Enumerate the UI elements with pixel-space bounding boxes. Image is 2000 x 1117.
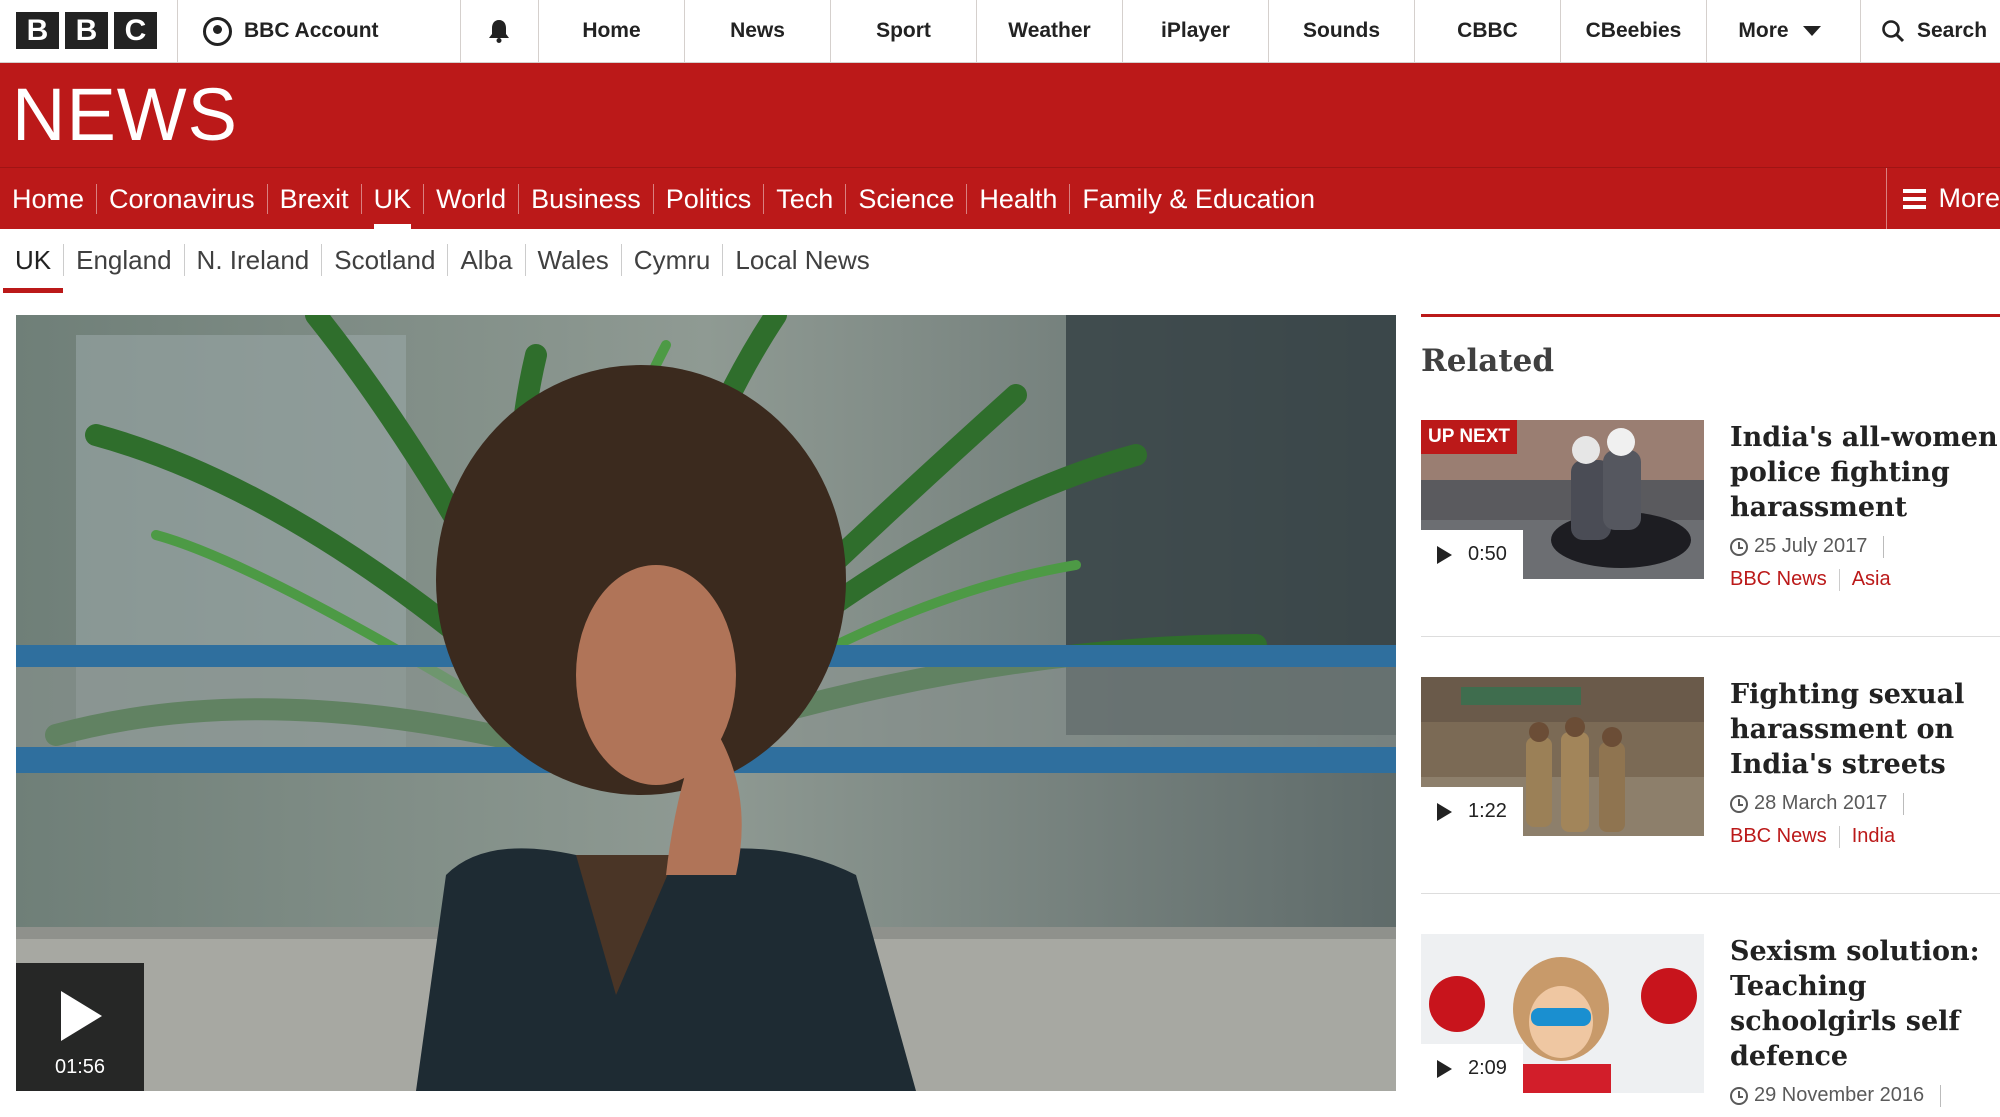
sub-nav-cymru[interactable]: Cymru: [622, 244, 724, 276]
related-tag-link[interactable]: Asia: [1852, 568, 1891, 591]
sub-nav-wales[interactable]: Wales: [526, 244, 622, 276]
related-date: 25 July 2017: [1754, 535, 1868, 557]
related-thumbnail[interactable]: 2:09: [1421, 934, 1704, 1093]
top-nav-more-label: More: [1738, 19, 1789, 42]
video-still-image: [16, 315, 1396, 1091]
clock-icon: [1730, 537, 1748, 556]
related-headline-link[interactable]: Fighting sexual harassment on India's st…: [1730, 677, 2000, 782]
related-play-button[interactable]: 1:22: [1421, 787, 1523, 836]
section-nav-world[interactable]: World: [424, 183, 520, 214]
section-nav-home[interactable]: Home: [0, 183, 98, 214]
top-nav-sounds[interactable]: Sounds: [1268, 0, 1414, 62]
related-date-row: 28 March 2017: [1730, 792, 2000, 815]
bbc-account-label: BBC Account: [244, 19, 379, 42]
section-nav-family-education[interactable]: Family & Education: [1070, 184, 1327, 214]
meta-divider: [1883, 535, 1885, 558]
related-divider: [1421, 893, 2000, 894]
related-headline-link[interactable]: Sexism solution: Teaching schoolgirls se…: [1730, 934, 2000, 1074]
sub-nav-n-ireland[interactable]: N. Ireland: [185, 244, 323, 276]
chevron-down-icon: [1802, 26, 1821, 36]
related-play-button[interactable]: 0:50: [1421, 530, 1523, 579]
related-tags-row: BBC News India: [1730, 825, 2000, 848]
account-icon: [203, 16, 232, 46]
main-video-player[interactable]: 01:56: [16, 315, 1396, 1091]
play-icon: [1437, 1059, 1452, 1078]
related-date-row: 29 November 2016: [1730, 1084, 2000, 1107]
section-nav-science[interactable]: Science: [846, 183, 968, 214]
section-nav-tech[interactable]: Tech: [764, 183, 847, 214]
top-nav-news[interactable]: News: [684, 0, 830, 62]
play-icon: [61, 991, 102, 1041]
top-nav-more-button[interactable]: More: [1706, 0, 1852, 62]
section-nav-brexit[interactable]: Brexit: [268, 183, 362, 214]
section-nav-politics[interactable]: Politics: [654, 183, 765, 214]
sub-nav-uk[interactable]: UK: [3, 244, 65, 293]
sub-nav-local-news[interactable]: Local News: [723, 244, 881, 276]
related-thumbnail[interactable]: UP NEXT 0:50: [1421, 420, 1704, 579]
clock-icon: [1730, 1086, 1748, 1105]
related-tags-row: BBC News Asia: [1730, 568, 2000, 591]
section-nav-uk[interactable]: UK: [362, 183, 425, 230]
play-icon: [1437, 545, 1452, 564]
related-top-rule: [1421, 314, 2000, 317]
video-play-button[interactable]: 01:56: [16, 963, 144, 1091]
related-divider: [1421, 636, 2000, 637]
section-nav-business[interactable]: Business: [519, 183, 654, 214]
related-duration: 0:50: [1468, 543, 1507, 565]
news-section-nav: Home Coronavirus Brexit UK World Busines…: [0, 167, 2000, 230]
related-date-row: 25 July 2017: [1730, 535, 2000, 558]
clock-icon: [1730, 794, 1748, 813]
bbc-account-link[interactable]: BBC Account: [203, 0, 379, 62]
top-nav-iplayer[interactable]: iPlayer: [1122, 0, 1268, 62]
related-date: 28 March 2017: [1754, 792, 1888, 814]
bell-icon: [489, 20, 509, 43]
search-icon: [1882, 20, 1905, 43]
up-next-badge: UP NEXT: [1421, 420, 1518, 454]
news-brand-band: NEWS: [0, 63, 2000, 167]
related-duration: 1:22: [1468, 800, 1507, 822]
related-heading: Related: [1421, 343, 1555, 379]
play-icon: [1437, 802, 1452, 821]
bbc-logo-letter: B: [16, 12, 59, 49]
related-date: 29 November 2016: [1754, 1084, 1925, 1106]
tag-divider: [1838, 568, 1840, 591]
sub-nav-scotland[interactable]: Scotland: [322, 244, 449, 276]
video-duration: 01:56: [54, 1056, 106, 1078]
top-nav-weather[interactable]: Weather: [976, 0, 1122, 62]
bbc-logo[interactable]: B B C: [16, 12, 157, 49]
bbc-top-nav: Home News Sport Weather iPlayer Sounds C…: [538, 0, 1852, 62]
bbc-news-wordmark[interactable]: NEWS: [12, 73, 238, 157]
tag-divider: [1838, 825, 1840, 848]
related-source-link[interactable]: BBC News: [1730, 568, 1827, 591]
section-nav-more-button[interactable]: More: [1886, 168, 2000, 229]
related-panel: Related UP NEXT 0:50 India's all-women p: [1421, 314, 2000, 1107]
top-nav-home[interactable]: Home: [538, 0, 684, 62]
related-tag-link[interactable]: India: [1852, 825, 1895, 848]
bbc-logo-letter: B: [65, 12, 108, 49]
section-nav-coronavirus[interactable]: Coronavirus: [97, 183, 268, 214]
related-thumbnail[interactable]: 1:22: [1421, 677, 1704, 836]
hamburger-menu-icon: [1903, 188, 1927, 209]
top-nav-cbeebies[interactable]: CBeebies: [1560, 0, 1706, 62]
bbc-logo-letter: C: [114, 12, 157, 49]
meta-divider: [1940, 1084, 1942, 1107]
related-source-link[interactable]: BBC News: [1730, 825, 1827, 848]
search-button[interactable]: Search: [1860, 0, 2000, 62]
notifications-bell-button[interactable]: [460, 0, 538, 62]
sub-nav-england[interactable]: England: [64, 244, 185, 276]
related-play-button[interactable]: 2:09: [1421, 1044, 1523, 1093]
meta-divider: [1903, 792, 1905, 815]
related-duration: 2:09: [1468, 1057, 1507, 1079]
masthead-divider: [177, 0, 178, 63]
section-nav-health[interactable]: Health: [967, 183, 1071, 214]
section-nav-more-label: More: [1938, 183, 2000, 213]
sub-nav-alba[interactable]: Alba: [448, 244, 526, 276]
top-nav-sport[interactable]: Sport: [830, 0, 976, 62]
bbc-masthead: B B C BBC Account Home News Sport Weathe…: [0, 0, 2000, 63]
search-label: Search: [1917, 19, 1988, 42]
related-headline-link[interactable]: India's all-women police fighting harass…: [1730, 420, 2000, 525]
top-nav-cbbc[interactable]: CBBC: [1414, 0, 1560, 62]
uk-sub-nav: UK England N. Ireland Scotland Alba Wale…: [0, 229, 2000, 293]
